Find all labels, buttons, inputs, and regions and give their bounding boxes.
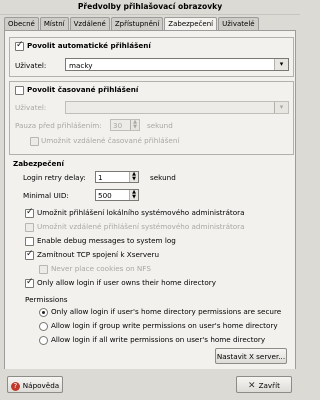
pause-label: Pauza před přihlášením: xyxy=(15,121,102,130)
retry-delay-unit: sekund xyxy=(150,173,176,182)
chevron-down-icon[interactable]: ▾ xyxy=(274,102,288,113)
allow-local-admin-checkbox[interactable] xyxy=(25,207,34,218)
retry-delay-label: Login retry delay: xyxy=(23,173,86,182)
pause-spinbox[interactable]: 30 ▲ ▼ xyxy=(110,119,140,131)
allow-remote-admin-checkbox[interactable] xyxy=(25,223,34,232)
spin-arrows-icon[interactable]: ▲ ▼ xyxy=(129,190,138,200)
tab-bar: Obecné Místní Vzdálené Zpřístupnění Zabe… xyxy=(4,17,260,31)
perm-secure-label: Only allow login if user's home director… xyxy=(51,307,282,316)
spin-arrows-icon[interactable]: ▲ ▼ xyxy=(130,120,139,130)
auto-login-user-value: macky xyxy=(69,61,93,70)
owns-home-label: Only allow login if user owns their home… xyxy=(37,278,216,287)
tab-users[interactable]: Uživatelé xyxy=(218,17,259,30)
timed-login-label: Povolit časované přihlášení xyxy=(27,85,139,94)
close-button[interactable]: ✕ Zavřít xyxy=(236,376,292,393)
nfs-cookies-label: Never place cookies on NFS xyxy=(51,264,151,273)
security-heading: Zabezpečení xyxy=(13,159,65,168)
help-icon: ? xyxy=(10,381,20,391)
retry-delay-spinbox[interactable]: 1 ▲ ▼ xyxy=(95,171,139,183)
minimal-uid-value: 500 xyxy=(98,191,112,200)
debug-messages-label: Enable debug messages to system log xyxy=(37,236,176,245)
remote-timed-login-checkbox[interactable] xyxy=(30,137,39,146)
window-title: Předvolby přihlašovací obrazovky xyxy=(0,0,300,15)
remote-timed-login-label: Umožnit vzdálené časované přihlášení xyxy=(41,136,180,145)
allow-local-admin-label: Umožnit přihlášení lokálního systémového… xyxy=(37,208,245,217)
timed-login-checkbox[interactable] xyxy=(15,86,24,95)
close-button-label: Zavřít xyxy=(258,381,280,390)
close-icon: ✕ xyxy=(248,380,256,391)
dialog-button-bar: ? Nápověda ✕ Zavřít xyxy=(0,369,300,400)
auto-login-frame: Povolit automatické přihlášení Uživatel:… xyxy=(9,37,294,77)
perm-group-write-label: Allow login if group write permissions o… xyxy=(51,321,278,330)
deny-tcp-label: Zamítnout TCP spojení k Xserveru xyxy=(37,250,160,259)
timed-login-frame: Povolit časované přihlášení Uživatel: ▾ … xyxy=(9,81,294,155)
security-tab-panel: Povolit automatické přihlášení Uživatel:… xyxy=(4,30,296,371)
tab-general[interactable]: Obecné xyxy=(4,17,39,30)
tab-security[interactable]: Zabezpečení xyxy=(164,17,218,31)
tab-accessibility[interactable]: Zpřístupnění xyxy=(110,17,164,30)
auto-login-user-combo[interactable]: macky ▾ xyxy=(65,58,289,71)
help-button-label: Nápověda xyxy=(22,381,60,390)
timed-login-user-combo[interactable]: ▾ xyxy=(65,101,289,114)
perm-all-write-radio[interactable] xyxy=(39,336,48,345)
pause-value: 30 xyxy=(113,121,123,130)
chevron-down-icon[interactable]: ▾ xyxy=(274,59,288,70)
perm-all-write-label: Allow login if all write permissions on … xyxy=(51,335,266,344)
deny-tcp-checkbox[interactable] xyxy=(25,249,34,260)
timed-login-user-label: Uživatel: xyxy=(15,103,47,112)
perm-group-write-radio[interactable] xyxy=(39,322,48,331)
tab-remote[interactable]: Vzdálené xyxy=(69,17,110,30)
permissions-heading: Permissions xyxy=(25,295,68,304)
tab-local[interactable]: Místní xyxy=(39,17,69,30)
pause-unit: sekund xyxy=(147,121,173,130)
auto-login-checkbox[interactable] xyxy=(15,40,24,51)
auto-login-label: Povolit automatické přihlášení xyxy=(27,41,151,50)
minimal-uid-label: Minimal UID: xyxy=(23,191,69,200)
debug-messages-checkbox[interactable] xyxy=(25,237,34,246)
minimal-uid-spinbox[interactable]: 500 ▲ ▼ xyxy=(95,189,139,201)
retry-delay-value: 1 xyxy=(98,173,103,182)
allow-remote-admin-label: Umožnit vzdálené přihlášení systémového … xyxy=(37,222,245,231)
nfs-cookies-checkbox[interactable] xyxy=(39,265,48,274)
spin-arrows-icon[interactable]: ▲ ▼ xyxy=(129,172,138,182)
owns-home-checkbox[interactable] xyxy=(25,277,34,288)
perm-secure-radio[interactable] xyxy=(39,308,48,317)
auto-login-user-label: Uživatel: xyxy=(15,61,47,70)
help-button[interactable]: ? Nápověda xyxy=(7,376,63,393)
configure-xserver-button[interactable]: Nastavit X server... xyxy=(215,348,287,364)
